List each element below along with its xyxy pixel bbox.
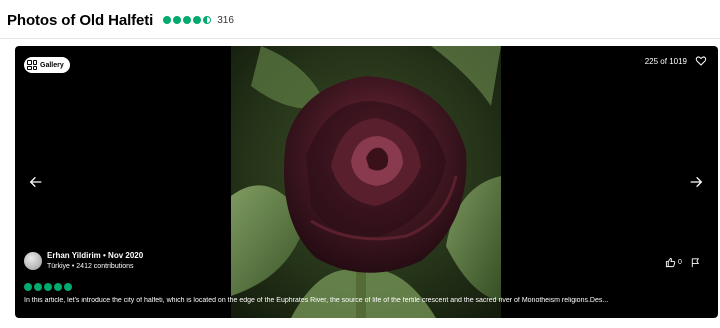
chevron-right-icon[interactable] (688, 174, 704, 190)
chevron-left-icon[interactable] (28, 174, 44, 190)
rating-bubble-full (64, 283, 72, 291)
review-count[interactable]: 316 (217, 15, 234, 26)
rating-bubble-full (54, 283, 62, 291)
author-meta: Türkiye • 2412 contributions (47, 263, 134, 270)
rating-bubble-full (173, 16, 182, 24)
photo-viewer: Gallery 225 of 1019 Erhan Yildirim • Nov… (15, 46, 718, 318)
grid-icon (27, 60, 37, 70)
review-rating-bubbles (24, 283, 72, 291)
like-count: 0 (678, 259, 682, 266)
rating-bubble-full (163, 16, 172, 24)
author-name-date[interactable]: Erhan Yildirim • Nov 2020 (47, 251, 143, 261)
rating-bubble-full (193, 16, 202, 24)
rating-bubble-full (34, 283, 42, 291)
rating-bubble-full (24, 283, 32, 291)
review-author: Erhan Yildirim • Nov 2020 Türkiye • 2412… (24, 251, 143, 272)
gallery-button-label: Gallery (40, 61, 64, 69)
main-photo[interactable] (231, 46, 501, 318)
review-text[interactable]: In this article, let's introduce the cit… (24, 297, 712, 304)
avatar[interactable] (24, 252, 42, 270)
flag-icon[interactable] (690, 257, 701, 268)
rating-bubble-half (203, 16, 212, 24)
page-header: Photos of Old Halfeti 316 (7, 9, 234, 31)
rating-bubble-full (44, 283, 52, 291)
header-divider (0, 38, 720, 39)
photo-counter: 225 of 1019 (644, 57, 687, 66)
page-title: Photos of Old Halfeti (7, 11, 154, 29)
heart-icon[interactable] (695, 55, 707, 67)
like-button[interactable]: 0 (665, 257, 682, 268)
thumbs-up-icon (665, 257, 676, 268)
rating-bubble-full (183, 16, 192, 24)
rating-bubbles (163, 16, 212, 24)
gallery-button[interactable]: Gallery (24, 57, 70, 73)
rose-photo (231, 46, 501, 318)
